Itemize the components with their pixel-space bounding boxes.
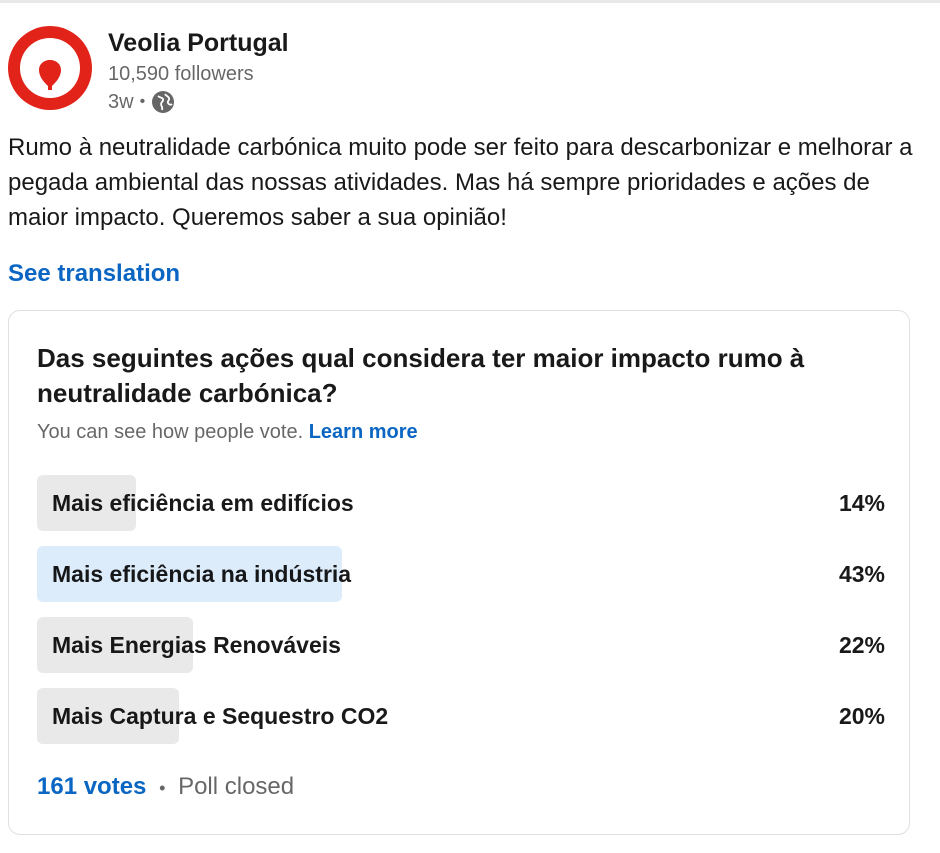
- poll-option: Mais eficiência na indústria 43%: [37, 546, 885, 602]
- poll-option: Mais Energias Renováveis 22%: [37, 617, 885, 673]
- learn-more-link[interactable]: Learn more: [309, 421, 418, 443]
- company-logo[interactable]: [8, 26, 92, 110]
- poll-option: Mais eficiência em edifícios 14%: [37, 475, 885, 531]
- post-time: 3w: [108, 90, 134, 113]
- poll-status: Poll closed: [178, 773, 295, 800]
- poll-option-label: Mais Energias Renováveis: [52, 632, 341, 658]
- poll-option-percent: 14%: [838, 490, 885, 516]
- poll-option-percent: 20%: [838, 703, 885, 729]
- see-translation-link[interactable]: See translation: [8, 260, 180, 288]
- author-name[interactable]: Veolia Portugal: [108, 29, 289, 58]
- poll-question: Das seguintes ações qual considera ter m…: [37, 343, 805, 408]
- meta-separator: •: [139, 93, 146, 110]
- post-text: Rumo à neutralidade carbónica muito pode…: [8, 134, 913, 231]
- poll-option-percent: 22%: [838, 632, 885, 658]
- poll-option-label: Mais eficiência na indústria: [52, 561, 352, 587]
- poll-option-label: Mais Captura e Sequestro CO2: [52, 703, 389, 729]
- poll-note-text: You can see how people vote.: [37, 421, 304, 443]
- poll-option-percent: 43%: [838, 561, 885, 587]
- poll-option-label: Mais eficiência em edifícios: [52, 490, 354, 516]
- globe-icon: [152, 91, 175, 113]
- vote-count-link[interactable]: 161 votes: [37, 773, 146, 800]
- poll-note: You can see how people vote. Learn more: [37, 421, 418, 444]
- poll-card: Das seguintes ações qual considera ter m…: [8, 310, 910, 835]
- post-meta: 3w •: [108, 90, 175, 114]
- poll-footer: 161 votes • Poll closed: [37, 773, 294, 801]
- footer-separator: •: [159, 778, 166, 798]
- follower-count: 10,590 followers: [108, 63, 254, 85]
- top-divider: [0, 0, 940, 3]
- poll-option: Mais Captura e Sequestro CO2 20%: [37, 688, 885, 744]
